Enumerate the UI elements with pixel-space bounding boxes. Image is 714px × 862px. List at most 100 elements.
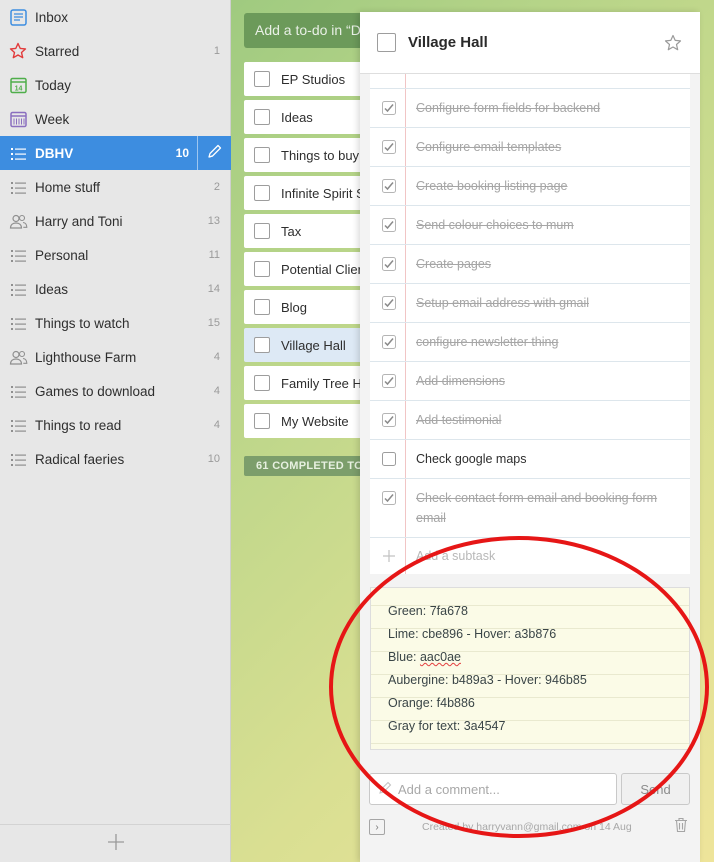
send-button[interactable]: Send [621, 773, 690, 805]
sidebar-item-lighthouse-farm[interactable]: Lighthouse Farm 4 [0, 340, 231, 374]
list-icon [8, 381, 28, 401]
subtask-checkbox-checked[interactable] [382, 374, 396, 388]
sidebar-item-ideas[interactable]: Ideas 14 [0, 272, 231, 306]
todo-checkbox[interactable] [254, 147, 270, 163]
sidebar-item-starred[interactable]: Starred 1 [0, 34, 231, 68]
todo-checkbox[interactable] [254, 261, 270, 277]
subtask-checkbox-checked[interactable] [382, 140, 396, 154]
subtask-item[interactable]: Configure email templates [370, 128, 690, 167]
created-meta: Created by harryvann@gmail.com on 14 Aug [422, 821, 632, 833]
inbox-icon [8, 7, 28, 27]
note-line: Orange: f4b886 [388, 696, 475, 710]
add-subtask-input[interactable]: Add a subtask [370, 538, 690, 574]
spellcheck-underline: aac0ae [419, 650, 461, 664]
star-icon[interactable] [658, 34, 688, 52]
todo-checkbox[interactable] [254, 337, 270, 353]
create-list-button[interactable] [0, 824, 231, 862]
todo-checkbox[interactable] [254, 299, 270, 315]
detail-header: Village Hall [360, 12, 700, 74]
subtask-checkbox-checked[interactable] [382, 413, 396, 427]
todo-item[interactable]: Infinite Spirit S [244, 176, 374, 210]
edit-list-button[interactable] [197, 136, 231, 170]
subtask-item[interactable]: Check google maps [370, 440, 690, 479]
sidebar-item-personal[interactable]: Personal 11 [0, 238, 231, 272]
todo-checkbox[interactable] [254, 223, 270, 239]
sidebar-item-things-to-read[interactable]: Things to read 4 [0, 408, 231, 442]
subtask-item[interactable]: Check contact form email and booking for… [370, 479, 690, 538]
note-area[interactable]: Green: 7fa678 Lime: cbe896 - Hover: a3b8… [370, 587, 690, 750]
subtask-item[interactable]: Setup email address with gmail [370, 284, 690, 323]
sidebar-item-week[interactable]: Week [0, 102, 231, 136]
todo-checkbox[interactable] [254, 375, 270, 391]
list-icon [8, 279, 28, 299]
collapse-detail-button[interactable]: › [369, 819, 385, 835]
list-icon [8, 143, 28, 163]
todo-item[interactable]: Tax [244, 214, 374, 248]
todo-checkbox[interactable] [254, 413, 270, 429]
note-line: Gray for text: 3a4547 [388, 719, 506, 733]
todo-item[interactable]: Potential Clier [244, 252, 374, 286]
svg-text:14: 14 [14, 85, 22, 92]
subtask-item[interactable]: Create booking listing page [370, 167, 690, 206]
sidebar-item-games-to-download[interactable]: Games to download 4 [0, 374, 231, 408]
subtask-list: Configure form fields for backend Config… [370, 74, 690, 574]
note-line: Blue: aac0ae [388, 650, 461, 664]
sidebar: Inbox Starred 1 14 Today Week DBHV 10 Ho… [0, 0, 231, 862]
todo-item[interactable]: Family Tree He [244, 366, 374, 400]
sidebar-item-today[interactable]: 14 Today [0, 68, 231, 102]
subtask-checkbox-checked[interactable] [382, 335, 396, 349]
sidebar-item-inbox[interactable]: Inbox [0, 0, 231, 34]
subtask-item[interactable]: Configure form fields for backend [370, 89, 690, 128]
sidebar-item-radical-faeries[interactable]: Radical faeries 10 [0, 442, 231, 476]
sidebar-item-harry-and-toni[interactable]: Harry and Toni 13 [0, 204, 231, 238]
add-todo-input[interactable]: Add a to-do in “D [244, 13, 374, 48]
todo-item-selected[interactable]: Village Hall [244, 328, 374, 362]
subtask-checkbox[interactable] [382, 452, 396, 466]
detail-footer: › Created by harryvann@gmail.com on 14 A… [360, 815, 700, 839]
todo-checkbox[interactable] [254, 109, 270, 125]
todo-checkbox[interactable] [254, 185, 270, 201]
sidebar-item-home-stuff[interactable]: Home stuff 2 [0, 170, 231, 204]
subtask-item[interactable]: Add dimensions [370, 362, 690, 401]
todo-item[interactable]: Ideas [244, 100, 374, 134]
subtask-item[interactable]: Create pages [370, 245, 690, 284]
sidebar-item-things-to-watch[interactable]: Things to watch 15 [0, 306, 231, 340]
chevron-right-icon: › [375, 821, 379, 833]
subtask-item[interactable]: Add testimonial [370, 401, 690, 440]
calendar-today-icon: 14 [8, 75, 28, 95]
todo-item[interactable]: My Website [244, 404, 374, 438]
plus-icon [383, 550, 395, 562]
show-completed-button[interactable]: 61 COMPLETED TO [244, 456, 374, 476]
comment-input[interactable]: Add a comment... [369, 773, 617, 805]
calendar-week-icon [8, 109, 28, 129]
task-title[interactable]: Village Hall [408, 34, 658, 51]
subtask-checkbox-checked[interactable] [382, 179, 396, 193]
shared-list-icon [8, 211, 28, 231]
star-icon [8, 41, 28, 61]
shared-list-icon [8, 347, 28, 367]
subtask-checkbox-checked[interactable] [382, 491, 396, 505]
task-complete-checkbox[interactable] [377, 33, 396, 52]
detail-panel: Village Hall Configure form fields for b… [360, 12, 700, 862]
list-icon [8, 415, 28, 435]
subtask-checkbox-checked[interactable] [382, 218, 396, 232]
note-line: Green: 7fa678 [388, 604, 468, 618]
subtask-item[interactable]: configure newsletter thing [370, 323, 690, 362]
todo-item[interactable]: Things to buy [244, 138, 374, 172]
subtask-item[interactable] [370, 74, 690, 89]
todo-item[interactable]: EP Studios [244, 62, 374, 96]
list-icon [8, 449, 28, 469]
list-icon [8, 177, 28, 197]
plus-icon [106, 832, 126, 855]
subtask-checkbox-checked[interactable] [382, 296, 396, 310]
comment-icon [378, 781, 392, 798]
trash-icon[interactable] [674, 817, 688, 836]
subtask-checkbox-checked[interactable] [382, 257, 396, 271]
sidebar-item-dbhv[interactable]: DBHV 10 [0, 136, 231, 170]
todo-item[interactable]: Blog [244, 290, 374, 324]
subtask-item[interactable]: Send colour choices to mum [370, 206, 690, 245]
pencil-icon [206, 143, 223, 163]
todo-checkbox[interactable] [254, 71, 270, 87]
note-line: Lime: cbe896 - Hover: a3b876 [388, 627, 557, 641]
subtask-checkbox-checked[interactable] [382, 101, 396, 115]
